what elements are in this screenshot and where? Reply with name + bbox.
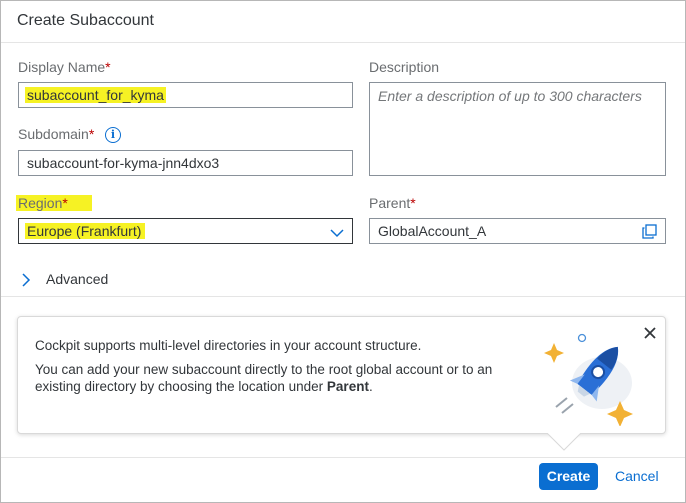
close-icon[interactable] [644, 326, 656, 344]
info-text-line2: You can add your new subaccount directly… [35, 362, 493, 377]
required-marker: * [62, 195, 68, 211]
display-name-label-text: Display Name [18, 59, 106, 75]
chevron-right-icon[interactable] [21, 273, 31, 292]
parent-label-text: Parent [369, 195, 411, 211]
parent-label: Parent* [369, 195, 416, 211]
display-name-input[interactable]: subaccount_for_kyma [18, 82, 353, 108]
dialog-title: Create Subaccount [17, 12, 154, 29]
info-text-prefix: existing directory by choosing the locat… [35, 379, 327, 394]
region-value: Europe (Frankfurt) [25, 223, 146, 239]
info-text-parent-bold: Parent [326, 379, 369, 394]
display-name-label: Display Name* [18, 59, 111, 75]
copy-select-icon[interactable] [642, 224, 657, 242]
info-text-line3: existing directory by choosing the locat… [35, 378, 373, 396]
info-box-pointer [547, 433, 581, 451]
region-select[interactable]: Europe (Frankfurt) [18, 218, 353, 244]
info-text-line1: Cockpit supports multi-level directories… [35, 338, 422, 353]
parent-value: GlobalAccount_A [378, 223, 487, 239]
region-label-text: Region [18, 195, 63, 211]
region-label: Region* [16, 195, 92, 211]
advanced-toggle[interactable]: Advanced [46, 271, 108, 287]
info-box: Cockpit supports multi-level directories… [17, 316, 666, 434]
required-marker: * [105, 59, 111, 75]
create-button[interactable]: Create [539, 463, 598, 490]
display-name-value: subaccount_for_kyma [25, 87, 166, 103]
subdomain-input[interactable]: subaccount-for-kyma-jnn4dxo3 [18, 150, 353, 176]
description-textarea[interactable]: Enter a description of up to 300 charact… [369, 82, 666, 176]
rocket-illustration [540, 321, 640, 431]
create-subaccount-dialog: Create Subaccount Display Name* subaccou… [0, 0, 686, 503]
required-marker: * [88, 126, 95, 142]
required-marker: * [410, 195, 416, 211]
cancel-button[interactable]: Cancel [615, 463, 659, 490]
parent-input[interactable]: GlobalAccount_A [369, 218, 666, 244]
description-label: Description [369, 59, 440, 75]
section-divider [1, 296, 685, 297]
subdomain-label-text: Subdomain [18, 126, 89, 142]
info-text-suffix: . [368, 379, 373, 394]
dialog-header: Create Subaccount [1, 1, 685, 43]
info-icon[interactable]: i [105, 127, 121, 143]
footer-divider [1, 457, 685, 458]
chevron-down-icon [330, 225, 344, 241]
subdomain-label: Subdomain* [18, 126, 94, 142]
